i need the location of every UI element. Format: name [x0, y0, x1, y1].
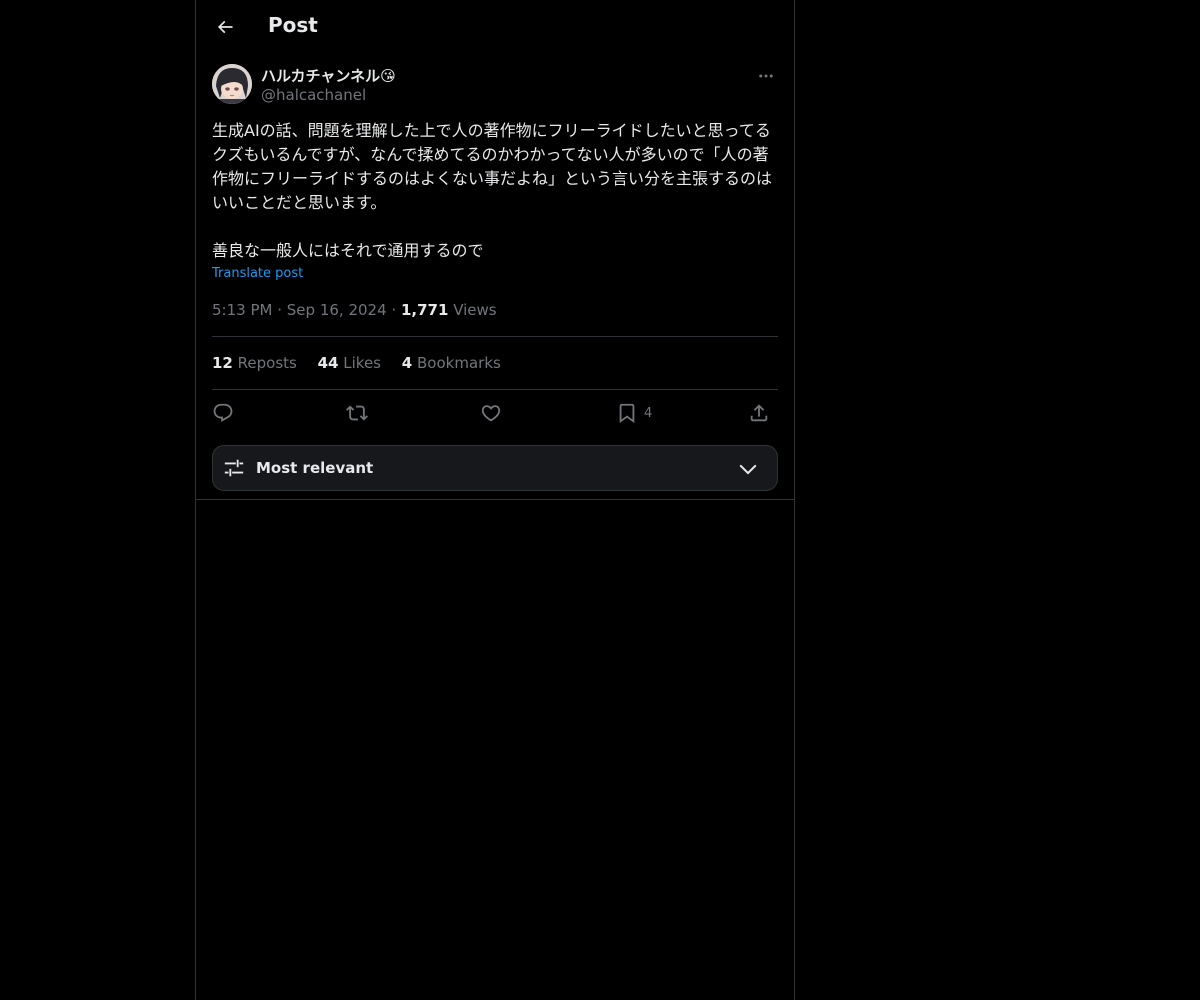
heart-icon: [481, 405, 501, 422]
translate-post-link[interactable]: Translate post: [212, 266, 303, 281]
page-header: Post: [196, 0, 794, 54]
views-label: Views: [453, 301, 497, 319]
more-options-button[interactable]: [754, 64, 778, 88]
likes-label: Likes: [343, 354, 382, 372]
page-title: Post: [268, 13, 318, 37]
chevron-down-icon: [739, 464, 757, 475]
post-time[interactable]: 5:13 PM: [212, 301, 272, 319]
post-stats: 12 Reposts 44 Likes 4 Bookmarks: [212, 354, 517, 372]
reposts-count: 12: [212, 354, 233, 372]
divider: [212, 336, 778, 337]
meta-separator: ·: [391, 301, 401, 319]
back-button[interactable]: [208, 10, 242, 44]
post-text: 生成AIの話、問題を理解した上で人の著作物にフリーライドしたいと思ってるクズもい…: [212, 121, 773, 260]
meta-separator: ·: [277, 301, 287, 319]
reposts-label: Reposts: [237, 354, 297, 372]
sort-selected-value: Most relevant: [256, 459, 374, 477]
reply-button[interactable]: [212, 401, 234, 425]
author-handle[interactable]: @halcachanel: [261, 86, 366, 104]
avatar-image: [212, 64, 252, 104]
post-actions: 4: [212, 398, 778, 428]
likes-stat[interactable]: 44 Likes: [318, 354, 381, 372]
reply-icon: [213, 403, 233, 422]
arrow-left-icon: [217, 20, 233, 34]
bookmark-button[interactable]: 4: [616, 401, 652, 425]
views-count: 1,771: [400, 301, 449, 319]
bookmark-icon: [619, 403, 635, 424]
divider: [212, 389, 778, 390]
reposts-stat[interactable]: 12 Reposts: [212, 354, 297, 372]
repost-button[interactable]: [346, 401, 368, 425]
author-name[interactable]: ハルカチャンネル😘: [261, 65, 396, 86]
avatar[interactable]: [212, 64, 252, 104]
share-icon: [750, 404, 768, 422]
reply-sort-dropdown[interactable]: Most relevant: [212, 445, 778, 491]
bookmarks-stat[interactable]: 4 Bookmarks: [402, 354, 501, 372]
bookmark-count: 4: [644, 405, 653, 421]
bookmarks-count: 4: [401, 354, 413, 372]
post-author: ハルカチャンネル😘 @halcachanel: [212, 64, 778, 108]
post-meta: 5:13 PM · Sep 16, 2024 · 1,771 Views: [212, 301, 497, 319]
share-button[interactable]: [748, 401, 770, 425]
post-detail-column: Post ハルカチャンネル😘 @halcachanel 生成AIの話、問題を理解…: [195, 0, 795, 1000]
like-button[interactable]: [480, 401, 502, 425]
sliders-icon: [224, 459, 244, 477]
section-divider: [196, 499, 794, 500]
more-icon: [759, 74, 773, 78]
post-date[interactable]: Sep 16, 2024: [287, 301, 387, 319]
likes-count: 44: [317, 354, 339, 372]
repost-icon: [346, 405, 368, 421]
bookmarks-label: Bookmarks: [417, 354, 501, 372]
